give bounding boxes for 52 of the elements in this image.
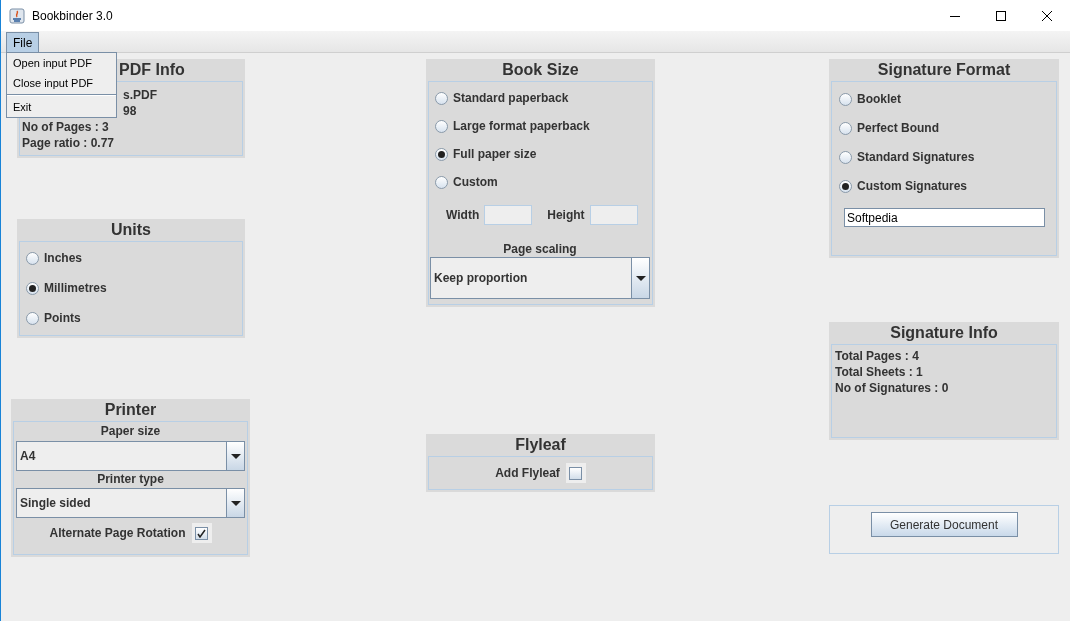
field-label: Paper size xyxy=(99,423,162,440)
radio-button[interactable]: Custom xyxy=(435,175,651,189)
info-line: Total Pages : 4 xyxy=(835,348,920,364)
panel-title: Signature Info xyxy=(889,323,999,343)
radio-button[interactable]: Standard paperback xyxy=(435,91,651,105)
menu-item[interactable]: Exit xyxy=(7,97,116,117)
panel-title: PDF Info xyxy=(119,60,186,80)
radio-button[interactable]: Millimetres xyxy=(26,281,242,295)
panel-title: Book Size xyxy=(501,60,580,80)
text-field[interactable]: Softpedia xyxy=(844,208,1045,227)
height-field[interactable] xyxy=(589,205,638,225)
dropdown[interactable]: Single sided xyxy=(16,488,245,518)
panel-title: Signature Format xyxy=(876,60,1012,80)
field-label: Height xyxy=(547,207,585,224)
radio-button[interactable]: Custom Signatures xyxy=(839,179,1056,193)
checkbox-label: Alternate Page Rotation xyxy=(49,525,186,542)
radio-button[interactable]: Points xyxy=(26,311,242,325)
menu-item[interactable]: Close input PDF xyxy=(7,73,116,93)
field-label: Width xyxy=(446,207,480,224)
radio-button[interactable]: Perfect Bound xyxy=(839,121,1056,135)
caret-icon xyxy=(230,500,241,506)
width-field[interactable] xyxy=(484,205,533,225)
panel-title: Units xyxy=(110,220,152,240)
window-title: Bookbinder 3.0 xyxy=(32,7,113,25)
dropdown[interactable]: A4 xyxy=(16,441,245,471)
app-icon xyxy=(9,7,25,24)
close-icon xyxy=(1042,10,1052,21)
checkbox-label: Add Flyleaf xyxy=(495,465,560,482)
menu[interactable]: File xyxy=(6,32,40,52)
info-line: No of Pages : 3 xyxy=(22,119,110,135)
radio-button[interactable]: Booklet xyxy=(839,92,1056,106)
radio-button[interactable]: Full paper size xyxy=(435,147,651,161)
radio-button[interactable]: Inches xyxy=(26,251,242,265)
radio-button[interactable]: Large format paperback xyxy=(435,119,651,133)
menu-item[interactable]: Open input PDF xyxy=(7,53,116,73)
caret-icon xyxy=(635,275,646,281)
maximize-icon xyxy=(996,10,1006,21)
checkbox[interactable] xyxy=(195,526,208,540)
info-line: Total Sheets : 1 xyxy=(835,364,924,380)
field-label: Page scaling xyxy=(502,241,578,257)
dropdown[interactable]: Keep proportion xyxy=(430,257,650,299)
radio-button[interactable]: Standard Signatures xyxy=(839,150,1056,164)
caret-icon xyxy=(230,453,241,459)
panel-title: Printer xyxy=(103,400,158,420)
generate-button[interactable]: Generate Document xyxy=(870,512,1018,537)
field-label: Printer type xyxy=(96,471,165,488)
panel-title: Flyleaf xyxy=(514,435,567,455)
checkbox[interactable] xyxy=(569,466,583,480)
info-line: 98 xyxy=(123,103,138,119)
info-line: Page ratio : 0.77 xyxy=(22,135,116,151)
info-line: s.PDF xyxy=(123,87,158,103)
info-line: No of Signatures : 0 xyxy=(835,380,950,396)
